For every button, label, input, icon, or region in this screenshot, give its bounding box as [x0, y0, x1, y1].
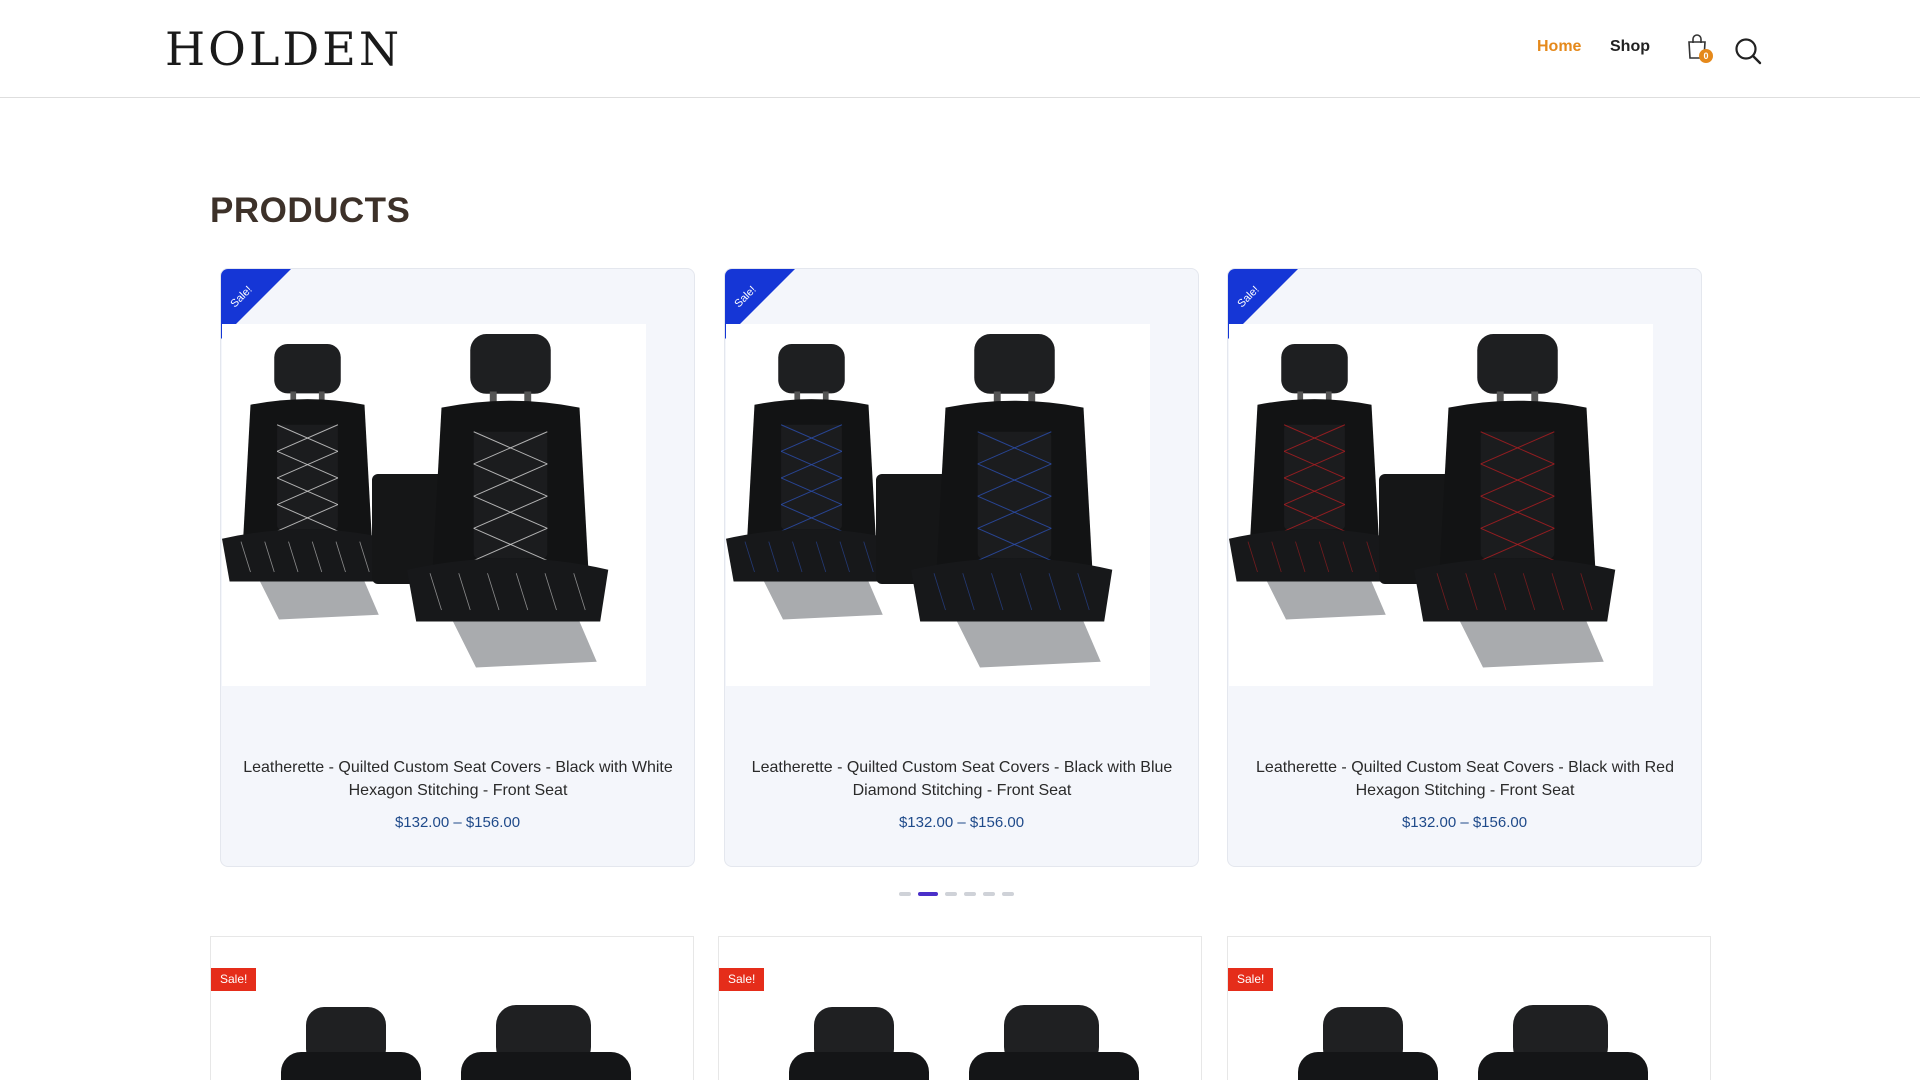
site-logo[interactable]: HOLDEN: [165, 24, 402, 74]
grid-product-card[interactable]: Sale!: [1227, 936, 1711, 1080]
carousel-dot[interactable]: [899, 892, 911, 896]
product-title[interactable]: Leatherette - Quilted Custom Seat Covers…: [239, 756, 677, 802]
product-card[interactable]: Sale! Leatherette - Quilted Custom Seat …: [724, 268, 1199, 867]
seat-covers-illustration: [1229, 334, 1616, 668]
product-image[interactable]: [222, 324, 646, 686]
sale-badge: Sale!: [719, 968, 765, 991]
product-thumbnail: [1298, 1005, 1648, 1080]
search-icon: [1735, 38, 1762, 65]
search-button[interactable]: [1734, 37, 1762, 65]
grid-product-card[interactable]: Sale!: [210, 936, 694, 1080]
nav-shop-link[interactable]: Shop: [1610, 36, 1650, 58]
product-thumbnail: [789, 1005, 1139, 1080]
site-header: HOLDEN Home Shop 0: [0, 0, 1920, 98]
product-price: $132.00 – $156.00: [1401, 814, 1528, 831]
nav-home-link[interactable]: Home: [1537, 36, 1581, 58]
product-title[interactable]: Leatherette - Quilted Custom Seat Covers…: [1246, 756, 1684, 802]
section-title: PRODUCTS: [210, 191, 411, 230]
grid-product-card[interactable]: Sale!: [718, 936, 1202, 1080]
carousel-dot[interactable]: [964, 892, 976, 896]
seat-covers-illustration: [726, 334, 1113, 668]
sale-badge: Sale!: [1228, 968, 1274, 991]
product-price: $132.00 – $156.00: [394, 814, 521, 831]
product-title[interactable]: Leatherette - Quilted Custom Seat Covers…: [743, 756, 1181, 802]
product-thumbnail: [281, 1005, 631, 1080]
carousel-dot[interactable]: [918, 892, 938, 896]
cart-count-badge: 0: [1699, 49, 1713, 63]
product-image[interactable]: [1229, 324, 1653, 686]
product-card[interactable]: Sale! Leatherette - Quilted Custom Seat …: [220, 268, 695, 867]
cart-button[interactable]: 0: [1686, 34, 1713, 66]
carousel-dot[interactable]: [1002, 892, 1014, 896]
carousel-dot[interactable]: [983, 892, 995, 896]
product-price: $132.00 – $156.00: [898, 814, 1025, 831]
product-image[interactable]: [726, 324, 1150, 686]
product-card[interactable]: Sale! Leatherette - Quilted Custom Seat …: [1227, 268, 1702, 867]
seat-covers-illustration: [222, 334, 609, 668]
sale-badge: Sale!: [211, 968, 257, 991]
carousel-dot[interactable]: [945, 892, 957, 896]
